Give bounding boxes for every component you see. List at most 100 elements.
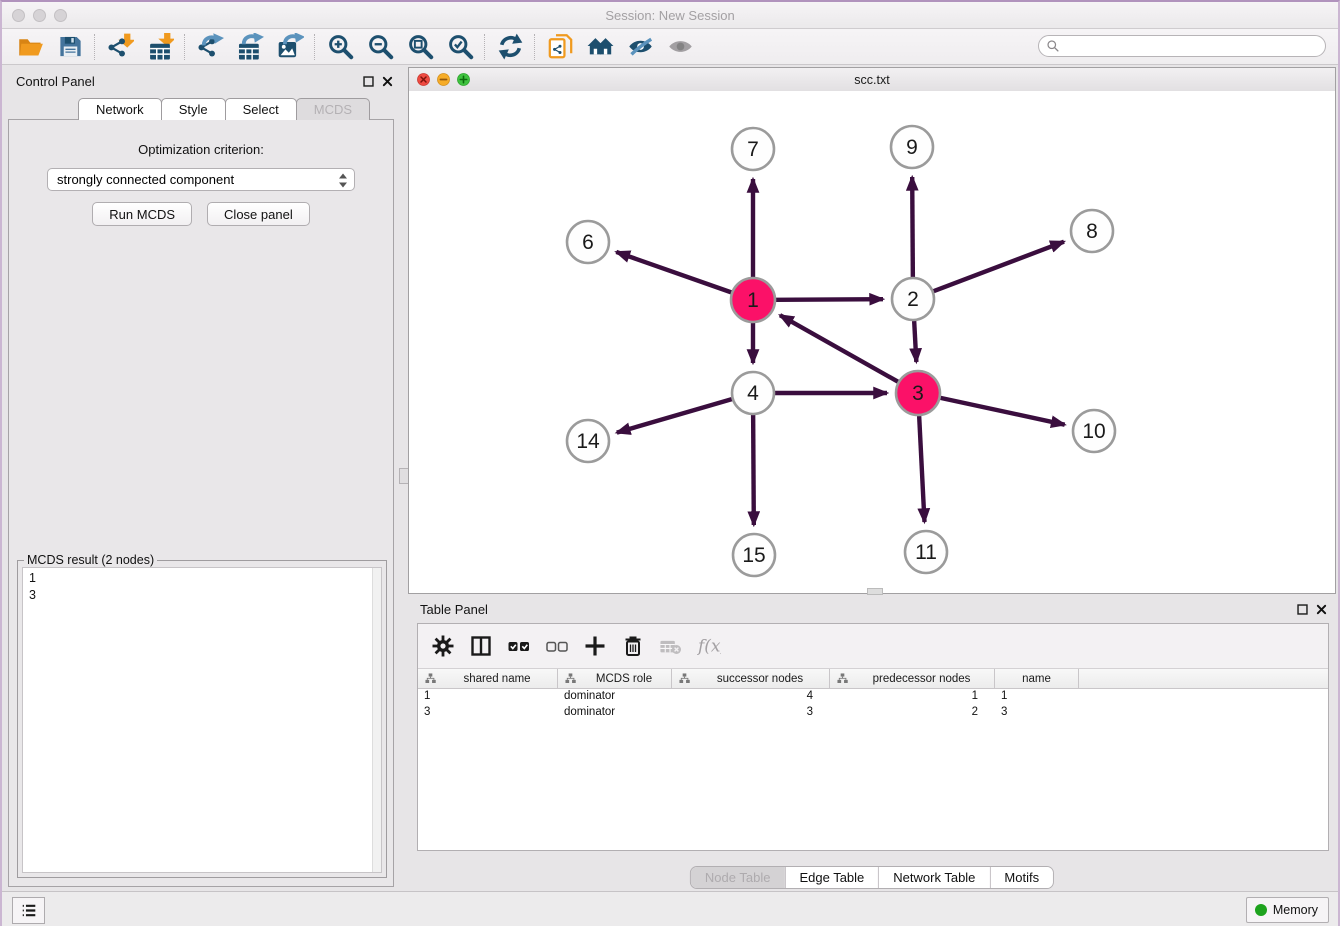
open-session-icon[interactable] xyxy=(10,32,50,62)
delete-column-icon[interactable] xyxy=(614,630,652,662)
result-scrollbar[interactable] xyxy=(372,568,381,872)
float-panel-icon[interactable] xyxy=(362,75,375,88)
tab-node-table[interactable]: Node Table xyxy=(691,867,785,888)
mcds-result-lines: 1 3 xyxy=(29,570,375,604)
node-15[interactable]: 15 xyxy=(733,534,775,576)
tab-mcds[interactable]: MCDS xyxy=(296,98,370,120)
save-session-icon[interactable] xyxy=(50,32,90,62)
column-header-shared-name[interactable]: shared name xyxy=(418,669,558,688)
table-cell[interactable]: 3 xyxy=(672,705,830,721)
function-builder-icon: f(x) xyxy=(690,630,728,662)
node-8[interactable]: 8 xyxy=(1071,210,1113,252)
zoom-out-icon[interactable] xyxy=(360,32,400,62)
close-panel-button[interactable]: Close panel xyxy=(207,202,310,226)
clone-network-icon[interactable] xyxy=(540,32,580,62)
node-14[interactable]: 14 xyxy=(567,420,609,462)
add-column-icon[interactable] xyxy=(576,630,614,662)
task-history-button[interactable] xyxy=(12,897,45,924)
toolbar-separator xyxy=(184,34,186,60)
table-cell[interactable]: 3 xyxy=(995,705,1079,721)
table-panel-title: Table Panel xyxy=(420,602,488,617)
table-cell[interactable]: 2 xyxy=(830,705,995,721)
search-icon xyxy=(1046,39,1060,53)
edge-2-8[interactable] xyxy=(934,242,1064,292)
column-header-name[interactable]: name xyxy=(995,669,1079,688)
close-network-button[interactable] xyxy=(417,73,430,86)
mcds-result-textarea[interactable]: 1 3 xyxy=(22,567,382,873)
table-cell[interactable]: 1 xyxy=(418,689,558,705)
network-canvas[interactable]: 7 9 6 8 1 2 4 3 14 10 15 11 xyxy=(409,91,1335,593)
column-header-successor-nodes[interactable]: successor nodes xyxy=(672,669,830,688)
node-7[interactable]: 7 xyxy=(732,128,774,170)
table-cell[interactable]: 1 xyxy=(995,689,1079,705)
tab-network[interactable]: Network xyxy=(78,98,162,120)
vertical-splitter[interactable] xyxy=(401,66,407,892)
table-cell[interactable]: dominator xyxy=(558,689,672,705)
column-header-MCDS-role[interactable]: MCDS role xyxy=(558,669,672,688)
table-cell[interactable]: 1 xyxy=(830,689,995,705)
run-mcds-button[interactable]: Run MCDS xyxy=(92,202,192,226)
close-panel-icon[interactable] xyxy=(381,75,394,88)
export-network-icon[interactable] xyxy=(190,32,230,62)
edge-3-11[interactable] xyxy=(919,416,924,522)
settings-gear-icon[interactable] xyxy=(424,630,462,662)
home-icon[interactable] xyxy=(580,32,620,62)
edge-2-3[interactable] xyxy=(914,321,916,362)
edge-3-10[interactable] xyxy=(940,398,1064,425)
table-cell[interactable]: 4 xyxy=(672,689,830,705)
optimization-criterion-label: Optimization criterion: xyxy=(9,142,393,157)
edge-1-2[interactable] xyxy=(776,299,883,300)
edge-2-9[interactable] xyxy=(912,177,913,277)
search-box[interactable] xyxy=(1038,35,1326,57)
zoom-in-icon[interactable] xyxy=(320,32,360,62)
edge-4-14[interactable] xyxy=(617,399,732,432)
node-1[interactable]: 1 xyxy=(731,278,775,322)
deselect-all-checkboxes-icon[interactable] xyxy=(538,630,576,662)
tab-edge-table[interactable]: Edge Table xyxy=(784,867,878,888)
node-label: 1 xyxy=(747,289,759,312)
node-9[interactable]: 9 xyxy=(891,126,933,168)
table-row[interactable]: 3dominator323 xyxy=(418,705,1328,721)
zoom-fit-icon[interactable] xyxy=(400,32,440,62)
table-cell[interactable]: dominator xyxy=(558,705,672,721)
status-bar: Memory xyxy=(2,891,1338,926)
table-row[interactable]: 1dominator411 xyxy=(418,689,1328,705)
node-3[interactable]: 3 xyxy=(896,371,940,415)
edge-4-15[interactable] xyxy=(753,415,754,525)
table-body: 1dominator4113dominator323 xyxy=(418,689,1328,721)
minimize-network-button[interactable] xyxy=(437,73,450,86)
import-table-icon[interactable] xyxy=(140,32,180,62)
node-label: 9 xyxy=(906,136,918,159)
node-6[interactable]: 6 xyxy=(567,221,609,263)
node-2[interactable]: 2 xyxy=(892,278,934,320)
export-image-icon[interactable] xyxy=(270,32,310,62)
refresh-layout-icon[interactable] xyxy=(490,32,530,62)
close-table-panel-icon[interactable] xyxy=(1315,603,1328,616)
edge-1-6[interactable] xyxy=(616,252,731,292)
optimization-criterion-select[interactable]: strongly connected component xyxy=(47,168,355,191)
search-input[interactable] xyxy=(1064,37,1325,55)
show-graphics-details-icon xyxy=(660,32,700,62)
zoom-network-button[interactable] xyxy=(457,73,470,86)
edge-3-1[interactable] xyxy=(780,315,898,381)
node-10[interactable]: 10 xyxy=(1073,410,1115,452)
network-window-titlebar[interactable]: scc.txt xyxy=(409,68,1335,92)
tab-motifs[interactable]: Motifs xyxy=(989,867,1053,888)
network-resize-grip[interactable] xyxy=(867,588,883,595)
tab-network-table[interactable]: Network Table xyxy=(878,867,989,888)
tab-select[interactable]: Select xyxy=(225,98,297,120)
table-cell[interactable]: 3 xyxy=(418,705,558,721)
tab-style[interactable]: Style xyxy=(161,98,226,120)
import-network-icon[interactable] xyxy=(100,32,140,62)
zoom-selected-icon[interactable] xyxy=(440,32,480,62)
hide-graphics-details-icon[interactable] xyxy=(620,32,660,62)
select-all-checkboxes-icon[interactable] xyxy=(500,630,538,662)
export-table-icon[interactable] xyxy=(230,32,270,62)
float-table-panel-icon[interactable] xyxy=(1296,603,1309,616)
toolbar-icon-groups xyxy=(10,32,700,62)
column-header-predecessor-nodes[interactable]: predecessor nodes xyxy=(830,669,995,688)
memory-button[interactable]: Memory xyxy=(1246,897,1329,923)
node-4[interactable]: 4 xyxy=(732,372,774,414)
column-layout-icon[interactable] xyxy=(462,630,500,662)
node-11[interactable]: 11 xyxy=(905,531,947,573)
